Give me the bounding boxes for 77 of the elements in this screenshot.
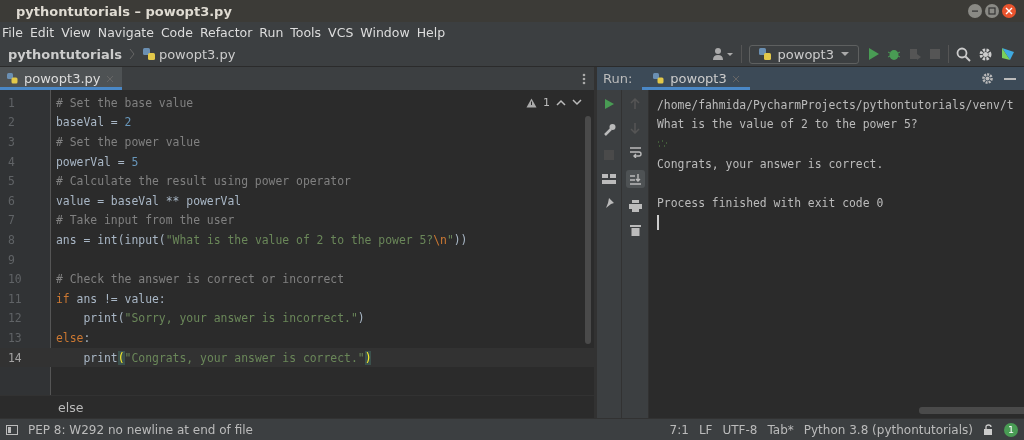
scrollbar[interactable] [585,116,591,344]
search-icon[interactable] [956,46,971,62]
menu-item[interactable]: VCS [328,24,354,40]
user-icon[interactable] [711,47,734,61]
status-message: PEP 8: W292 no newline at end of file [28,422,253,437]
text-cursor [657,214,659,230]
run-tab[interactable]: powopt3 [642,67,750,90]
soft-wrap-icon[interactable] [628,146,642,158]
code-line: # Calculate the result using power operator [56,174,351,189]
status-item[interactable]: LF [698,422,713,437]
pin-icon[interactable] [603,197,615,209]
menu-item[interactable]: Tools [290,24,322,40]
lock-icon[interactable] [983,423,994,436]
previous-icon[interactable] [556,99,566,106]
trash-icon[interactable] [629,224,641,236]
run-icon[interactable] [866,47,880,61]
code-line: ans = int(input("What is the value of 2 to the power 5?\n")) [56,232,468,247]
menu-item[interactable]: Code [160,24,193,40]
python-file-icon [141,47,156,61]
wrench-icon[interactable] [602,123,616,136]
rerun-icon[interactable] [603,98,615,110]
menu-item[interactable]: View [61,24,91,40]
menu-item[interactable]: Navigate [97,24,154,40]
console-line: /home/fahmida/PycharmProjects/pythontutorials/venv/t [657,96,1015,114]
run-label: Run: [603,71,633,86]
bug-icon[interactable] [887,47,901,61]
menu-item[interactable]: Help [416,24,446,40]
window-title: pythontutorials – powopt3.py [16,3,233,19]
python-icon [757,47,772,61]
console-line: Process finished with exit code 0 [657,194,885,212]
file-breadcrumb[interactable]: powopt3.py [158,46,236,62]
layout-icon[interactable] [602,174,616,184]
chevron-icon [128,48,135,60]
minimize-button[interactable] [968,4,982,18]
code-line: else: [56,330,91,345]
code-line: value = baseVal ** powerVal [56,193,242,208]
input-marks [657,140,669,148]
code-line: # Take input from the user [56,213,235,228]
toolbox-icon[interactable] [1000,46,1016,62]
minimize-icon[interactable] [1004,77,1016,80]
code-line: # Set the power value [56,135,200,149]
status-item[interactable]: Python 3.8 (pythontutorials) [803,422,973,437]
code-line: # Check the answer is correct or incorrect [56,272,345,287]
menu-item[interactable]: Refactor [199,24,253,40]
menu-item[interactable]: Edit [29,24,55,40]
line-number: 14 [7,350,23,365]
print-icon[interactable] [628,200,642,212]
code-line: if ans != value: [56,291,166,306]
console-line: What is the value of 2 to the power 5? [657,116,919,134]
python-icon [652,72,666,85]
menu-item[interactable]: File [2,24,23,40]
panel-toggle-icon[interactable] [6,424,18,435]
settings-icon[interactable] [981,72,994,85]
more-icon[interactable] [582,72,586,85]
code-line: # Set the base value [56,95,194,110]
settings-icon[interactable] [978,46,993,62]
code-line: powerVal = 5 [56,154,139,169]
menu-item[interactable]: Window [360,24,410,40]
warning-icon [526,97,537,108]
run-config-dropdown[interactable]: powopt3 [748,44,859,64]
scroll-to-end-button[interactable] [625,170,645,188]
caret-icon [840,51,850,57]
code-line: baseVal = 2 [56,115,132,130]
status-item[interactable]: Tab* [767,422,794,437]
console-line: Congrats, your answer is correct. [657,155,885,173]
next-icon[interactable] [572,99,582,106]
code-line: print("Congrats, your answer is correct.") [82,350,372,365]
warning-count: 1 [543,96,550,109]
close-button[interactable] [1002,4,1016,18]
project-breadcrumb[interactable]: pythontutorials [8,46,122,62]
code-breadcrumb[interactable]: else [58,399,84,415]
status-item[interactable]: 7:1 [669,422,689,437]
status-item[interactable]: UTF-8 [722,422,758,437]
menu-item[interactable]: Run [259,24,284,40]
python-file-icon [6,72,19,85]
editor-tab[interactable]: powopt3.py [0,67,122,90]
code-line: print("Sorry, your answer is incorrect.") [82,311,365,326]
